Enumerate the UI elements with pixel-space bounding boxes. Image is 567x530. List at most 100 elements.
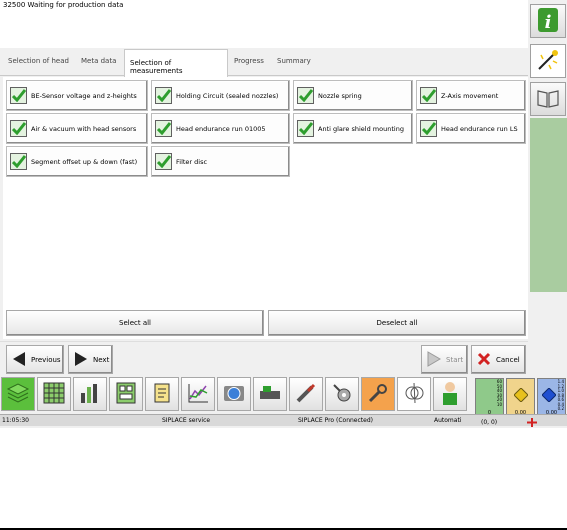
crosshair-icon bbox=[527, 418, 537, 429]
tab-meta-data[interactable]: Meta data bbox=[81, 57, 116, 65]
wizard-icon bbox=[535, 47, 561, 75]
tab-progress[interactable]: Progress bbox=[234, 57, 264, 65]
measurement-label: Filter disc bbox=[176, 157, 208, 166]
deselect-all-button[interactable]: Deselect all bbox=[268, 310, 526, 336]
toolbar-button[interactable] bbox=[253, 377, 287, 411]
measurement-checkbox[interactable]: Segment offset up & down (fast) bbox=[6, 146, 148, 177]
toolbar-button[interactable] bbox=[37, 377, 71, 411]
info-button[interactable]: i bbox=[530, 4, 566, 38]
coordinate-readout: (0, 0) bbox=[481, 419, 498, 426]
wizard-navigation: Previous Next Start Cancel bbox=[0, 341, 528, 375]
tab-selection-of-head[interactable]: Selection of head bbox=[8, 57, 69, 65]
toolbar-button[interactable] bbox=[361, 377, 395, 411]
previous-label: Previous bbox=[31, 355, 61, 364]
play-icon bbox=[427, 350, 441, 369]
measurement-label: Air & vacuum with head sensors bbox=[31, 124, 137, 133]
measurement-selection-panel: BE-Sensor voltage and z-heights Holding … bbox=[3, 77, 528, 339]
grid-icon bbox=[42, 381, 66, 407]
previous-button[interactable]: Previous bbox=[6, 345, 64, 374]
status-message: 32500 Waiting for production data bbox=[0, 0, 528, 12]
side-panel: i bbox=[528, 0, 567, 386]
measurement-checkbox[interactable]: Air & vacuum with head sensors bbox=[6, 113, 148, 144]
arrow-right-icon bbox=[74, 351, 88, 369]
measurement-label: Z-Axis movement bbox=[441, 91, 499, 100]
checkbox-checked-icon bbox=[10, 153, 27, 170]
taskbar-item-siplace-pro[interactable]: SIPLACE Pro (Connected) bbox=[298, 417, 373, 424]
checkbox-checked-icon bbox=[420, 120, 437, 137]
gauge-panel: 1.4 1.2 1.0 0.8 0.6 0.4 0.2 0.00 bbox=[537, 378, 566, 418]
application-window: 32500 Waiting for production data i Sele… bbox=[0, 0, 567, 428]
gauge-scale: 60 50 40 30 20 10 bbox=[496, 379, 502, 407]
measurement-label: Anti glare shield mounting bbox=[318, 124, 404, 133]
taskbar-item-automation[interactable]: Automati bbox=[434, 417, 461, 424]
cancel-x-icon bbox=[477, 352, 491, 368]
diamond-blue-icon bbox=[541, 387, 557, 404]
checkbox-checked-icon bbox=[155, 153, 172, 170]
checkbox-checked-icon bbox=[420, 87, 437, 104]
checkbox-checked-icon bbox=[155, 87, 172, 104]
toolbar-button[interactable] bbox=[73, 377, 107, 411]
checkbox-checked-icon bbox=[297, 87, 314, 104]
side-status-panel bbox=[530, 118, 567, 292]
measurement-label: Segment offset up & down (fast) bbox=[31, 157, 138, 166]
start-label: Start bbox=[446, 355, 464, 364]
header-area bbox=[0, 12, 528, 48]
measurement-checkbox[interactable]: Anti glare shield mounting bbox=[293, 113, 413, 144]
measurement-label: Head endurance run 01005 bbox=[176, 124, 266, 133]
circles-icon bbox=[402, 381, 426, 407]
measurement-checkbox[interactable]: Filter disc bbox=[151, 146, 290, 177]
measurement-checkbox[interactable]: Head endurance run LS bbox=[416, 113, 526, 144]
tab-summary[interactable]: Summary bbox=[277, 57, 311, 65]
stack-icon bbox=[5, 381, 31, 407]
main-toolbar bbox=[0, 377, 475, 413]
bar-chart-icon bbox=[78, 381, 102, 407]
svg-text:i: i bbox=[545, 12, 552, 33]
wrench-icon bbox=[366, 381, 390, 407]
gauge-panel: 0.00 bbox=[506, 378, 535, 418]
toolbar-button[interactable] bbox=[433, 377, 467, 411]
measurement-checkbox[interactable]: Holding Circuit (sealed nozzles) bbox=[151, 80, 290, 111]
feeder-icon bbox=[258, 381, 282, 407]
measurement-label: Holding Circuit (sealed nozzles) bbox=[176, 91, 279, 100]
measurement-label: Head endurance run LS bbox=[441, 124, 518, 133]
nozzle-icon bbox=[294, 381, 318, 407]
measurement-checkbox[interactable]: Z-Axis movement bbox=[416, 80, 526, 111]
wizard-button[interactable] bbox=[530, 44, 566, 78]
next-button[interactable]: Next bbox=[68, 345, 113, 374]
toolbar-button[interactable] bbox=[397, 377, 431, 411]
measurement-checkbox[interactable]: Head endurance run 01005 bbox=[151, 113, 290, 144]
start-button[interactable]: Start bbox=[421, 345, 468, 374]
tab-selection-of-measurements[interactable]: Selection of measurements bbox=[124, 49, 228, 77]
measurement-checkbox[interactable]: BE-Sensor voltage and z-heights bbox=[6, 80, 148, 111]
diamond-yellow-icon bbox=[513, 387, 529, 404]
toolbar-button[interactable] bbox=[181, 377, 215, 411]
book-button[interactable] bbox=[530, 82, 566, 116]
toolbar-button[interactable] bbox=[325, 377, 359, 411]
checkbox-checked-icon bbox=[10, 87, 27, 104]
gauge-panel: 60 50 40 30 20 10 0 bbox=[475, 378, 504, 418]
cancel-label: Cancel bbox=[496, 355, 520, 364]
tab-bar: Selection of head Meta data Selection of… bbox=[0, 48, 528, 77]
toolbar-button[interactable] bbox=[109, 377, 143, 411]
toolbar-button[interactable] bbox=[289, 377, 323, 411]
next-label: Next bbox=[93, 355, 110, 364]
document-icon bbox=[150, 381, 174, 407]
select-all-button[interactable]: Select all bbox=[6, 310, 264, 336]
operator-icon bbox=[438, 380, 462, 408]
cancel-button[interactable]: Cancel bbox=[471, 345, 526, 374]
measurement-label: Nozzle spring bbox=[318, 91, 362, 100]
clock: 11:05:30 bbox=[2, 417, 29, 424]
arrow-left-icon bbox=[12, 351, 26, 369]
toolbar-button[interactable] bbox=[145, 377, 179, 411]
checkbox-checked-icon bbox=[297, 120, 314, 137]
measurement-checkbox[interactable]: Nozzle spring bbox=[293, 80, 413, 111]
toolbar-button[interactable] bbox=[217, 377, 251, 411]
checkbox-checked-icon bbox=[155, 120, 172, 137]
taskbar-item-siplace-service[interactable]: SIPLACE service bbox=[162, 417, 210, 424]
head-gauges: 60 50 40 30 20 10 0 0.00 1.4 1.2 1.0 0.8 0.6 0.4 0.… bbox=[475, 378, 567, 418]
line-chart-icon bbox=[186, 381, 210, 407]
measurement-label: BE-Sensor voltage and z-heights bbox=[31, 91, 137, 100]
book-icon bbox=[535, 87, 561, 111]
toolbar-button[interactable] bbox=[1, 377, 35, 411]
camera-icon bbox=[222, 381, 246, 407]
